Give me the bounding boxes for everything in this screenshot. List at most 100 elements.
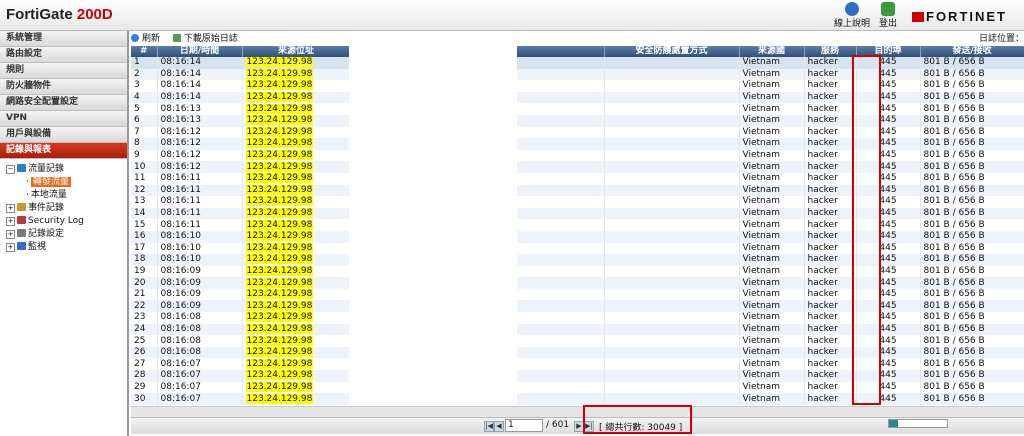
tree-item-6[interactable]: + 監視: [0, 241, 127, 254]
table-row[interactable]: 18 08:16:10 123.24.129.98 Vietnam hacker 445 8…: [131, 254, 1024, 266]
cell-bytes: 801 B / 656 B: [920, 300, 1024, 313]
table-row[interactable]: 21 08:16:09 123.24.129.98 Vietnam hacker 445 8…: [131, 288, 1024, 301]
cell-country: Vietnam: [739, 381, 805, 394]
menu-item-1[interactable]: 路由設定: [0, 47, 127, 63]
table-row[interactable]: 11 08:16:11 123.24.129.98 Vietnam hacker 445 8…: [131, 172, 1024, 185]
tree-node-icon: [17, 203, 26, 211]
tree-toggle-icon[interactable]: +: [6, 230, 15, 239]
cell-src: 123.24.129.98: [242, 381, 351, 394]
tree-item-1[interactable]: · 轉發流量: [0, 176, 127, 189]
table-row[interactable]: 23 08:16:08 123.24.129.98 Vietnam hacker 445 8…: [131, 312, 1024, 324]
tree-toggle-icon[interactable]: +: [6, 204, 15, 213]
help-button[interactable]: 線上說明: [834, 1, 870, 29]
table-row[interactable]: 28 08:16:07 123.24.129.98 Vietnam hacker 445 8…: [131, 370, 1024, 382]
column-header-8[interactable]: 發送/接收: [920, 46, 1024, 57]
table-row[interactable]: 17 08:16:10 123.24.129.98 Vietnam hacker 445 8…: [131, 242, 1024, 255]
column-header-1[interactable]: 日期/時間: [157, 46, 243, 57]
table-row[interactable]: 1 08:16:14 123.24.129.98 Vietnam hacker 445 80…: [131, 57, 1024, 69]
cell-num: 19: [131, 265, 158, 278]
table-row[interactable]: 12 08:16:11 123.24.129.98 Vietnam hacker 445 8…: [131, 184, 1024, 197]
tree-item-2[interactable]: · 本地流量: [0, 189, 127, 202]
table-row[interactable]: 15 08:16:11 123.24.129.98 Vietnam hacker 445 8…: [131, 219, 1024, 231]
src-ip-highlight: 123.24.129.98: [245, 184, 314, 195]
horizontal-scrollbar[interactable]: [131, 406, 1024, 417]
cell-time: 08:16:09: [157, 288, 243, 301]
cell-src: 123.24.129.98: [242, 346, 351, 359]
tree-toggle-icon[interactable]: +: [6, 217, 15, 226]
table-row[interactable]: 5 08:16:13 123.24.129.98 Vietnam hacker 445 80…: [131, 103, 1024, 115]
table-row[interactable]: 30 08:16:07 123.24.129.98 Vietnam hacker 445 8…: [131, 393, 1024, 405]
cell-country: Vietnam: [739, 300, 805, 313]
table-row[interactable]: 10 08:16:12 123.24.129.98 Vietnam hacker 445 8…: [131, 161, 1024, 173]
menu-item-3[interactable]: 防火牆物件: [0, 79, 127, 95]
column-header-5[interactable]: 來源國: [739, 46, 805, 57]
menu-item-2[interactable]: 規則: [0, 63, 127, 79]
refresh-label: 刷新: [142, 34, 161, 44]
cell-service: hacker: [804, 312, 857, 324]
table-row[interactable]: 27 08:16:07 123.24.129.98 Vietnam hacker 445 8…: [131, 358, 1024, 371]
menu-item-5[interactable]: VPN: [0, 111, 127, 127]
tree-item-label: 轉發流量: [30, 177, 71, 187]
column-header-0[interactable]: #: [131, 46, 158, 57]
table-row[interactable]: 13 08:16:11 123.24.129.98 Vietnam hacker 445 8…: [131, 196, 1024, 208]
menu-item-0[interactable]: 系統管理: [0, 31, 127, 47]
table-row[interactable]: 8 08:16:12 123.24.129.98 Vietnam hacker 445 80…: [131, 138, 1024, 150]
tree-item-0[interactable]: − 流量記錄: [0, 163, 127, 176]
cell-country: Vietnam: [739, 91, 805, 104]
logout-button[interactable]: 登出: [870, 1, 906, 29]
cell-service: hacker: [804, 207, 857, 220]
cell-country: Vietnam: [739, 126, 805, 139]
download-raw-log-button[interactable]: 下載原始日誌: [172, 33, 238, 46]
table-row[interactable]: 6 08:16:13 123.24.129.98 Vietnam hacker 445 80…: [131, 114, 1024, 127]
refresh-button[interactable]: 刷新: [131, 33, 160, 46]
table-row[interactable]: 16 08:16:10 123.24.129.98 Vietnam hacker 445 8…: [131, 230, 1024, 243]
table-row[interactable]: 22 08:16:09 123.24.129.98 Vietnam hacker 445 8…: [131, 300, 1024, 313]
first-page-button[interactable]: |◀: [484, 421, 494, 432]
table-row[interactable]: 9 08:16:12 123.24.129.98 Vietnam hacker 445 80…: [131, 149, 1024, 162]
logo-mark-icon: [912, 12, 924, 22]
empty-cell: [604, 103, 740, 115]
cell-src: 123.24.129.98: [242, 393, 351, 405]
column-header-2[interactable]: 來源位址: [242, 46, 351, 57]
table-row[interactable]: 2 08:16:14 123.24.129.98 Vietnam hacker 445 80…: [131, 68, 1024, 81]
column-header-4[interactable]: 安全防護處置方式: [604, 46, 740, 57]
cell-time: 08:16:08: [157, 335, 243, 347]
page-input[interactable]: 1: [505, 419, 543, 432]
main-menu: 系統管理 路由設定 規則 防火牆物件 網路安全配置設定 VPN 用戶與設備 記錄與報表: [0, 31, 127, 159]
cell-country: Vietnam: [739, 254, 805, 266]
model-text: 200D: [76, 6, 113, 23]
table-row[interactable]: 26 08:16:08 123.24.129.98 Vietnam hacker 445 8…: [131, 346, 1024, 359]
src-ip-highlight: 123.24.129.98: [245, 381, 314, 392]
cell-time: 08:16:09: [157, 300, 243, 313]
menu-item-6[interactable]: 用戶與設備: [0, 127, 127, 143]
cell-num: 22: [131, 300, 158, 313]
table-row[interactable]: 25 08:16:08 123.24.129.98 Vietnam hacker 445 8…: [131, 335, 1024, 347]
brand-text: FortiGate: [6, 6, 73, 23]
total-pages: / 601: [546, 420, 570, 430]
table-row[interactable]: 24 08:16:08 123.24.129.98 Vietnam hacker 445 8…: [131, 323, 1024, 336]
prev-page-button[interactable]: ◀: [494, 421, 504, 432]
cell-time: 08:16:10: [157, 230, 243, 243]
column-header-6[interactable]: 服務: [804, 46, 857, 57]
menu-item-7[interactable]: 記錄與報表: [0, 143, 127, 159]
tree-toggle-icon[interactable]: +: [6, 243, 15, 252]
cell-bytes: 801 B / 656 B: [920, 358, 1024, 371]
empty-cell: [604, 184, 740, 197]
table-row[interactable]: 4 08:16:14 123.24.129.98 Vietnam hacker 445 80…: [131, 91, 1024, 104]
table-row[interactable]: 3 08:16:14 123.24.129.98 Vietnam hacker 445 80…: [131, 80, 1024, 92]
table-row[interactable]: 20 08:16:09 123.24.129.98 Vietnam hacker 445 8…: [131, 277, 1024, 289]
menu-item-4[interactable]: 網路安全配置設定: [0, 95, 127, 111]
empty-cell: [604, 300, 740, 313]
tree-item-4[interactable]: + Security Log: [0, 215, 127, 228]
src-ip-highlight: 123.24.129.98: [245, 219, 314, 230]
fortinet-logo: FORTINET: [912, 9, 1007, 24]
tree-toggle-icon[interactable]: −: [6, 165, 15, 174]
tree-item-3[interactable]: + 事件記錄: [0, 202, 127, 215]
table-row[interactable]: 29 08:16:07 123.24.129.98 Vietnam hacker 445 8…: [131, 381, 1024, 394]
table-row[interactable]: 14 08:16:11 123.24.129.98 Vietnam hacker 445 8…: [131, 207, 1024, 220]
table-row[interactable]: 19 08:16:09 123.24.129.98 Vietnam hacker 445 8…: [131, 265, 1024, 278]
table-row[interactable]: 7 08:16:12 123.24.129.98 Vietnam hacker 445 80…: [131, 126, 1024, 139]
src-ip-highlight: 123.24.129.98: [245, 150, 314, 161]
cell-bytes: 801 B / 656 B: [920, 370, 1024, 382]
tree-item-5[interactable]: + 記錄設定: [0, 228, 127, 241]
